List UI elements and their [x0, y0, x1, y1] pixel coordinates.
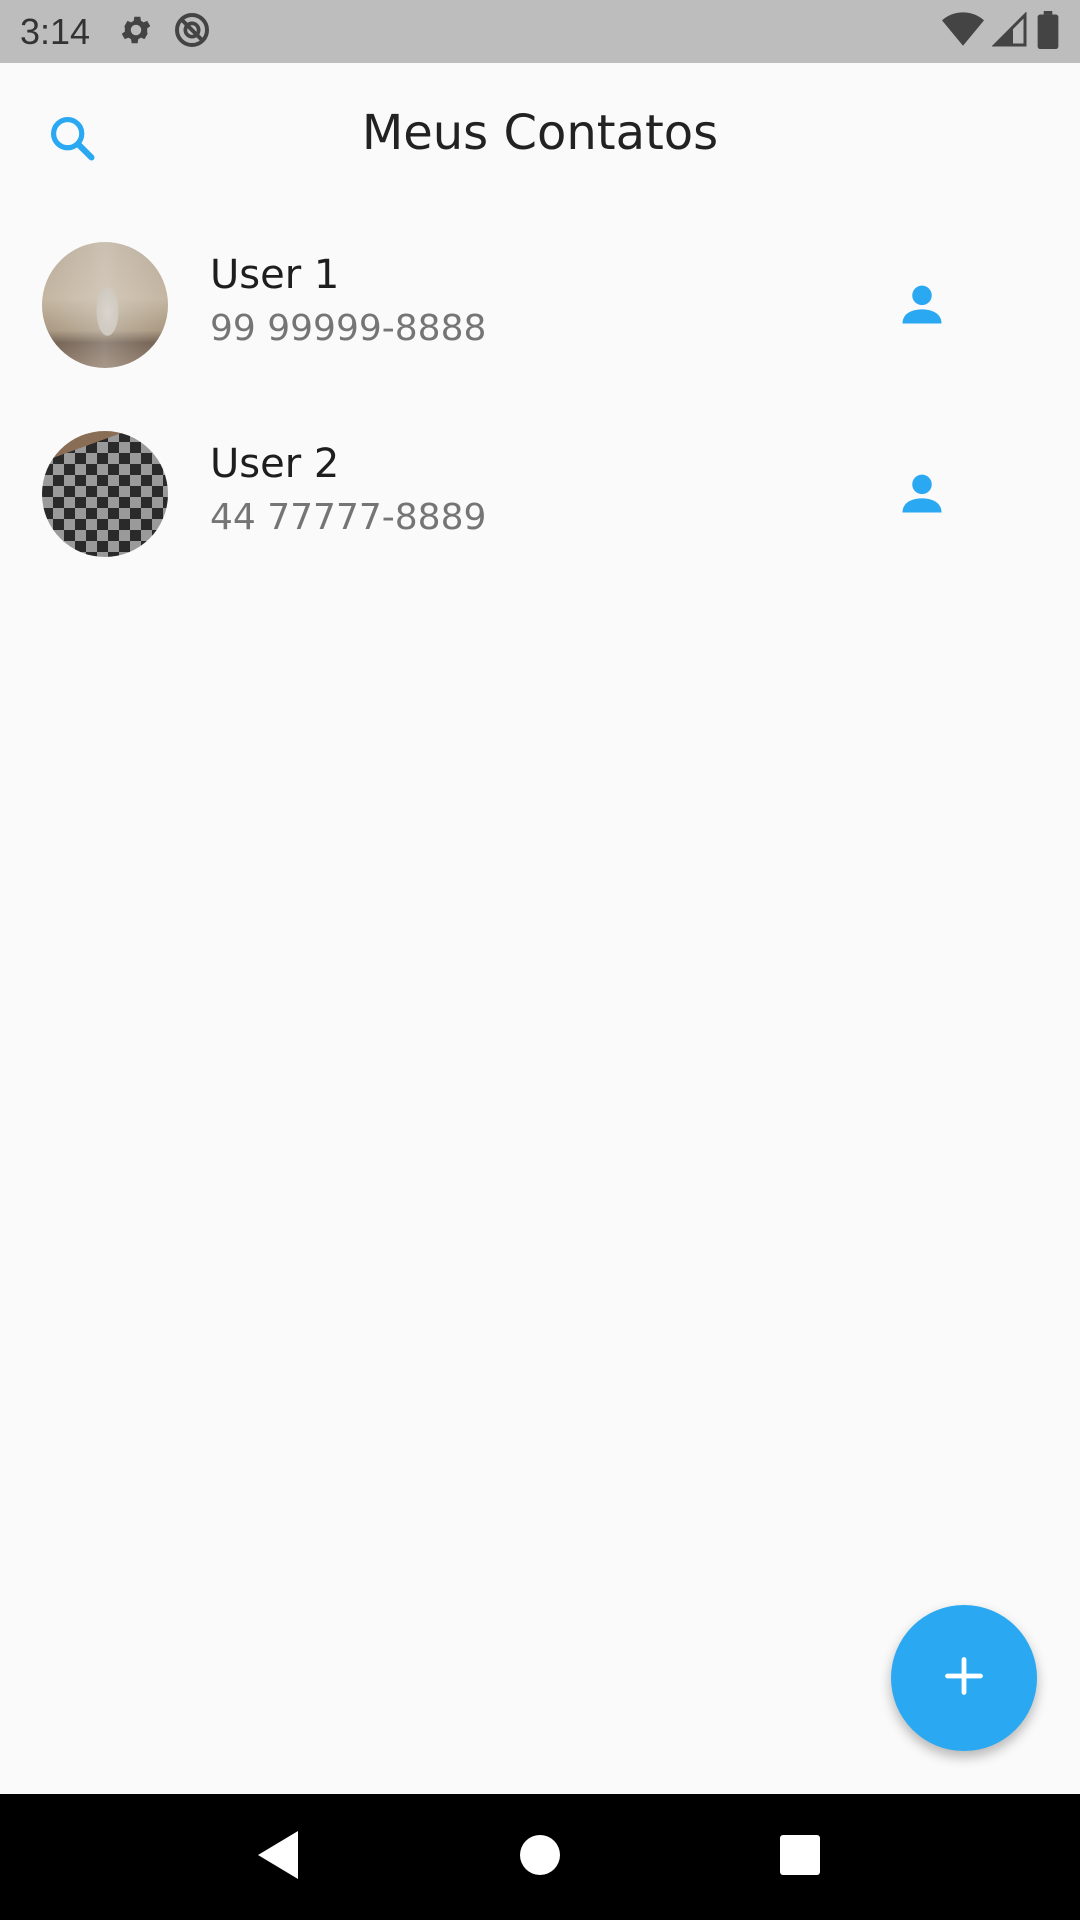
contact-name: User 2 — [210, 441, 340, 487]
add-contact-button[interactable] — [891, 1605, 1037, 1751]
status-bar: 3:14 — [0, 0, 1080, 63]
status-left-icons — [118, 10, 212, 54]
status-right-icons — [942, 10, 1060, 53]
battery-icon — [1036, 10, 1060, 53]
home-button[interactable] — [510, 1827, 570, 1887]
plus-icon — [942, 1654, 986, 1702]
wifi-icon — [942, 11, 984, 52]
avatar — [42, 242, 168, 368]
avatar — [42, 431, 168, 557]
recents-button[interactable] — [770, 1827, 830, 1887]
back-icon — [258, 1831, 302, 1883]
recents-icon — [780, 1835, 820, 1879]
app-bar: Meus Contatos — [0, 63, 1080, 213]
back-button[interactable] — [250, 1827, 310, 1887]
gear-icon — [118, 12, 154, 52]
contact-item[interactable]: User 1 99 99999-8888 — [0, 230, 1080, 419]
status-time: 3:14 — [20, 10, 91, 52]
contact-item[interactable]: User 2 44 77777-8889 — [0, 419, 1080, 608]
page-title: Meus Contatos — [361, 105, 719, 161]
person-icon[interactable] — [896, 467, 948, 519]
signal-icon — [991, 10, 1028, 52]
contacts-list: User 1 99 99999-8888 User 2 44 77777-888… — [0, 230, 1080, 608]
nav-bar — [0, 1794, 1080, 1920]
do-not-disturb-icon — [172, 10, 212, 54]
contact-name: User 1 — [210, 252, 340, 298]
home-icon — [520, 1835, 560, 1879]
contact-phone: 44 77777-8889 — [210, 497, 487, 538]
contact-phone: 99 99999-8888 — [210, 308, 487, 349]
person-icon[interactable] — [896, 278, 948, 330]
